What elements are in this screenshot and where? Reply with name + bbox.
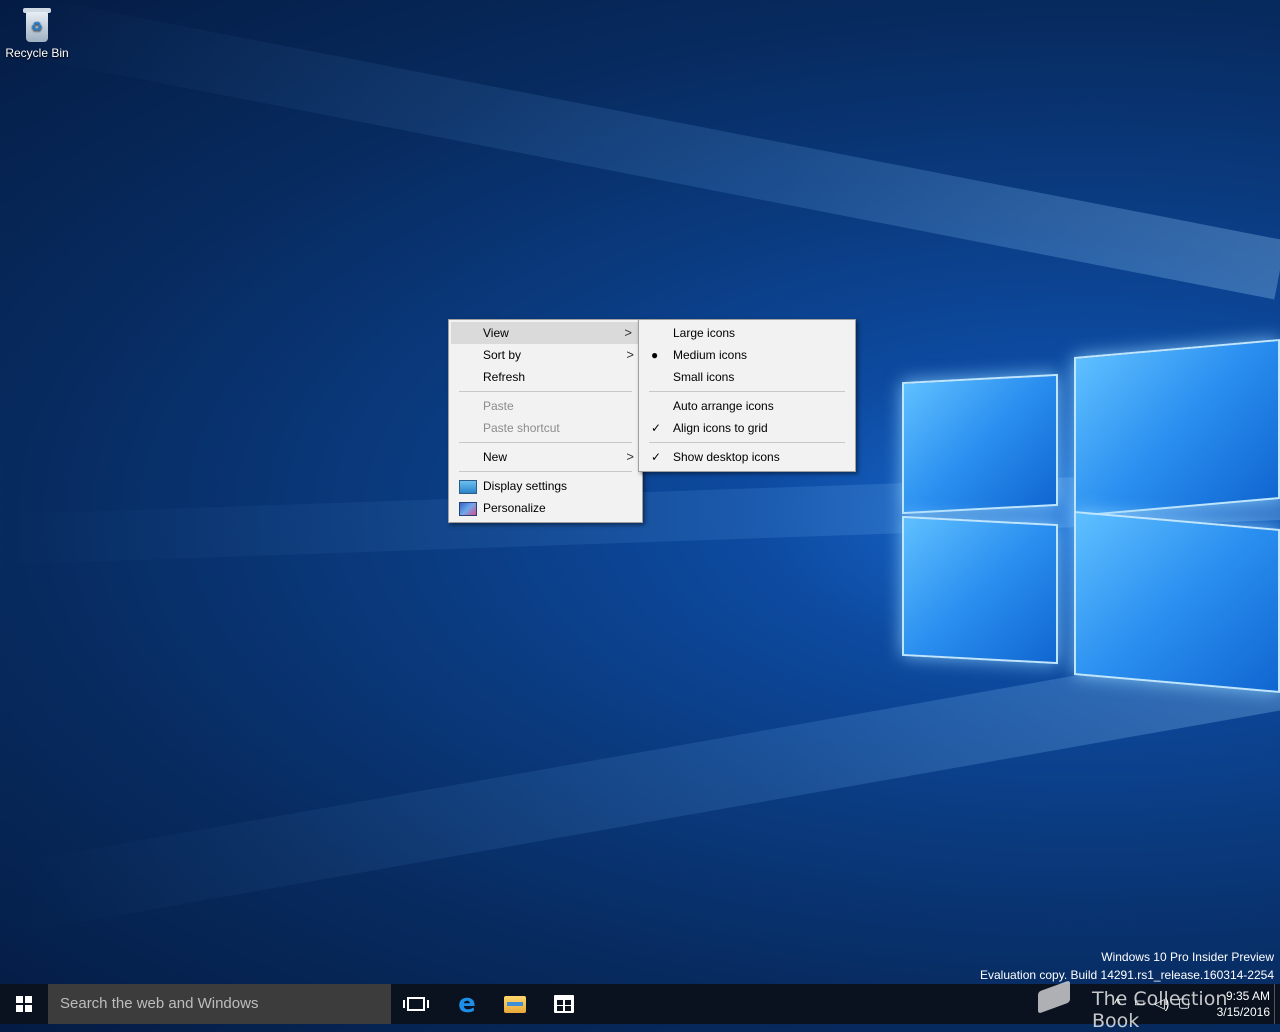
menu-item-label: Display settings <box>483 479 568 493</box>
checkmark-icon: ✓ <box>651 450 662 464</box>
chevron-right-icon: > <box>624 325 632 340</box>
task-view-button[interactable] <box>392 984 440 1024</box>
search-placeholder: Search the web and Windows <box>60 995 259 1012</box>
submenu-item-show-desktop-icons[interactable]: ✓ Show desktop icons <box>639 446 855 468</box>
menu-separator <box>459 391 632 392</box>
start-button[interactable] <box>0 984 48 1024</box>
logo-pane <box>902 373 1058 515</box>
menu-item-refresh[interactable]: Refresh <box>449 366 642 388</box>
submenu-item-label: Medium icons <box>673 348 748 362</box>
checkmark-icon: ✓ <box>651 421 662 435</box>
radio-bullet-icon: ● <box>651 348 659 362</box>
display-settings-icon <box>459 480 477 494</box>
chevron-right-icon: > <box>626 347 634 362</box>
menu-item-label: View <box>483 326 509 340</box>
taskbar: Search the web and Windows e ^ ▭ ◁) ▢ 9:… <box>0 984 1280 1024</box>
submenu-item-small-icons[interactable]: Small icons <box>639 366 855 388</box>
submenu-item-auto-arrange[interactable]: Auto arrange icons <box>639 395 855 417</box>
logo-pane <box>1074 338 1280 518</box>
edge-icon: e <box>458 989 476 1019</box>
store-icon <box>554 995 574 1013</box>
windows-logo-graphic <box>900 330 1280 700</box>
menu-item-paste-shortcut: Paste shortcut <box>449 417 642 439</box>
view-submenu: Large icons ● Medium icons Small icons A… <box>638 319 856 472</box>
task-view-icon <box>403 997 429 1011</box>
windows-logo-icon <box>16 996 32 1012</box>
build-watermark-line2: Evaluation copy. Build 14291.rs1_release… <box>980 968 1274 982</box>
menu-item-label: New <box>483 450 508 464</box>
submenu-item-label: Large icons <box>673 326 736 340</box>
menu-item-personalize[interactable]: Personalize <box>449 497 642 519</box>
book-watermark-text: The Collection Book <box>1092 988 1228 1032</box>
menu-item-label: Personalize <box>483 501 546 515</box>
desktop-context-menu: View > Sort by > Refresh Paste Paste sho… <box>448 319 643 523</box>
submenu-item-large-icons[interactable]: Large icons <box>639 322 855 344</box>
menu-item-sort-by[interactable]: Sort by > <box>449 344 642 366</box>
chevron-right-icon: > <box>626 449 634 464</box>
menu-item-label: Refresh <box>483 370 526 384</box>
recycle-bin[interactable]: ♻ Recycle Bin <box>4 6 70 60</box>
menu-item-new[interactable]: New > <box>449 446 642 468</box>
menu-item-paste: Paste <box>449 395 642 417</box>
light-beam <box>17 0 1280 300</box>
submenu-item-label: Show desktop icons <box>673 450 780 464</box>
personalize-icon <box>459 502 477 516</box>
edge-button[interactable]: e <box>443 984 491 1024</box>
recycle-bin-label: Recycle Bin <box>5 46 69 60</box>
menu-separator <box>459 442 632 443</box>
menu-item-display-settings[interactable]: Display settings <box>449 475 642 497</box>
submenu-item-medium-icons[interactable]: ● Medium icons <box>639 344 855 366</box>
menu-item-view[interactable]: View > <box>451 322 640 344</box>
menu-separator <box>459 471 632 472</box>
file-explorer-icon <box>504 995 526 1013</box>
search-box[interactable]: Search the web and Windows <box>48 984 391 1024</box>
recycle-bin-icon: ♻ <box>22 6 52 42</box>
book-watermark-icon <box>1032 976 1080 1016</box>
submenu-item-align-to-grid[interactable]: ✓ Align icons to grid <box>639 417 855 439</box>
submenu-item-label: Align icons to grid <box>673 421 768 435</box>
file-explorer-button[interactable] <box>491 984 539 1024</box>
submenu-item-label: Auto arrange icons <box>673 399 774 413</box>
submenu-item-label: Small icons <box>673 370 735 384</box>
logo-pane <box>902 515 1058 665</box>
logo-pane <box>1074 510 1280 694</box>
menu-item-label: Paste shortcut <box>483 421 560 435</box>
build-watermark-line1: Windows 10 Pro Insider Preview <box>1101 950 1274 964</box>
menu-separator <box>649 391 845 392</box>
menu-separator <box>649 442 845 443</box>
menu-item-label: Paste <box>483 399 514 413</box>
menu-item-label: Sort by <box>483 348 522 362</box>
store-button[interactable] <box>540 984 588 1024</box>
